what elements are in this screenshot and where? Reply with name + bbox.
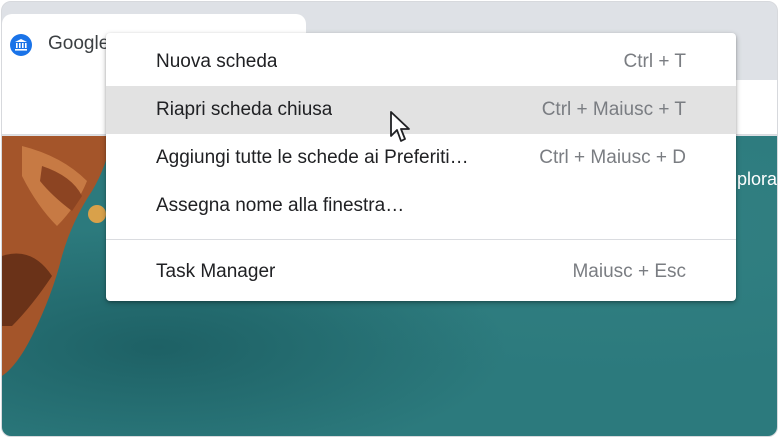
menu-item-label: Nuova scheda	[156, 51, 278, 72]
menu-item-shortcut: Ctrl + Maiusc + T	[541, 99, 686, 120]
museum-icon	[10, 34, 32, 56]
explore-link-text[interactable]: plora	[737, 169, 777, 190]
menu-item-shortcut: Ctrl + T	[623, 51, 686, 72]
menu-item-reopen-closed-tab[interactable]: Riapri scheda chiusa Ctrl + Maiusc + T	[106, 86, 736, 134]
tab-title: Google	[48, 33, 110, 54]
menu-item-label: Riapri scheda chiusa	[156, 99, 333, 120]
menu-item-shortcut: Maiusc + Esc	[572, 261, 686, 282]
menu-item-label: Task Manager	[156, 261, 276, 282]
menu-item-name-window[interactable]: Assegna nome alla finestra…	[106, 182, 736, 230]
menu-separator	[106, 239, 736, 240]
menu-item-task-manager[interactable]: Task Manager Maiusc + Esc	[106, 248, 736, 296]
menu-item-label: Assegna nome alla finestra…	[156, 195, 405, 216]
mouse-pointer-icon	[390, 111, 410, 142]
context-menu: Nuova scheda Ctrl + T Riapri scheda chiu…	[106, 33, 736, 301]
menu-item-label: Aggiungi tutte le schede ai Preferiti…	[156, 147, 469, 168]
menu-item-bookmark-all-tabs[interactable]: Aggiungi tutte le schede ai Preferiti… C…	[106, 134, 736, 182]
menu-item-new-tab[interactable]: Nuova scheda Ctrl + T	[106, 38, 736, 86]
menu-item-shortcut: Ctrl + Maiusc + D	[539, 147, 686, 168]
